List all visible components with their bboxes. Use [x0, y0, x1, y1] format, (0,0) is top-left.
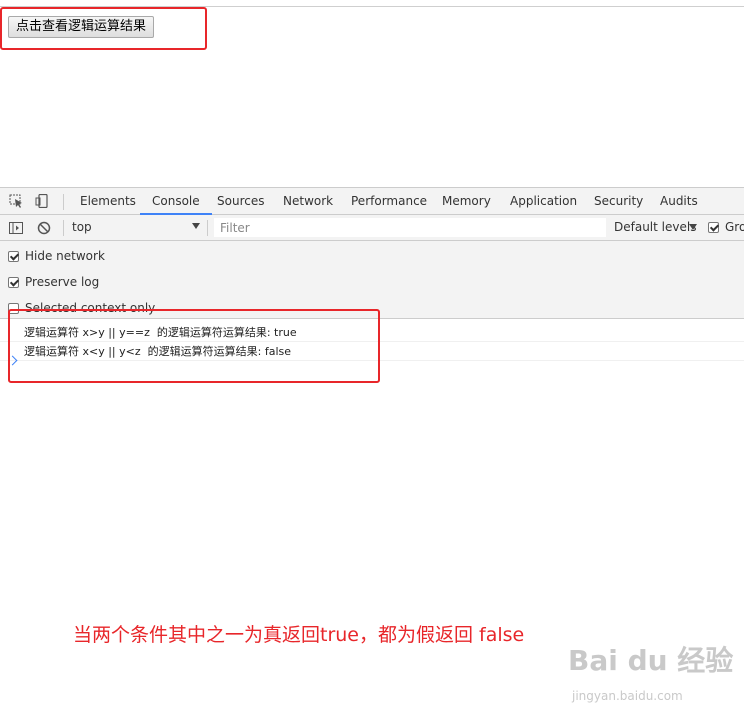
tab-performance[interactable]: Performance: [351, 188, 427, 215]
console-sidebar-icon[interactable]: [9, 221, 23, 235]
preserve-log-option[interactable]: Preserve log: [8, 275, 99, 291]
devtools-panel: Elements Console Sources Network Perform…: [0, 187, 744, 366]
context-selector[interactable]: top: [72, 215, 92, 240]
group-similar-label: Gro: [725, 220, 744, 234]
device-toolbar-icon[interactable]: [35, 194, 49, 208]
tab-console[interactable]: Console: [140, 188, 212, 215]
chevron-down-icon[interactable]: [192, 223, 200, 229]
tab-elements[interactable]: Elements: [80, 188, 136, 215]
selected-context-label: Selected context only: [25, 301, 156, 315]
hide-network-label: Hide network: [25, 249, 105, 263]
console-filter-input[interactable]: [214, 218, 606, 237]
toolbar-separator: [207, 220, 208, 236]
baidu-jingyan-watermark: Bai du 经验 jingyan.baidu.com: [566, 628, 736, 710]
preserve-log-label: Preserve log: [25, 275, 100, 289]
watermark-url: jingyan.baidu.com: [571, 689, 683, 703]
top-divider: [0, 6, 744, 7]
tab-sources[interactable]: Sources: [217, 188, 264, 215]
tab-audits[interactable]: Audits: [660, 188, 698, 215]
devtools-tabbar: Elements Console Sources Network Perform…: [0, 187, 744, 215]
tabbar-separator: [63, 194, 64, 210]
watermark-brand: Bai du 经验: [568, 644, 733, 677]
console-output: 逻辑运算符 x>y || y==z 的逻辑运算符运算结果: true 逻辑运算符…: [0, 319, 744, 366]
baidu-paw-logo-icon: Bai du 经验 jingyan.baidu.com: [568, 644, 733, 703]
console-settings: Hide network Preserve log Selected conte…: [0, 241, 744, 319]
selected-context-option[interactable]: Selected context only: [8, 301, 155, 317]
tab-security[interactable]: Security: [594, 188, 643, 215]
console-message: 逻辑运算符 x<y || y<z 的逻辑运算符运算结果: false: [0, 342, 744, 361]
console-message-text: 逻辑运算符 x>y || y==z 的逻辑运算符运算结果: true: [24, 326, 297, 339]
inspect-element-icon[interactable]: [9, 194, 23, 208]
selected-context-checkbox[interactable]: [8, 303, 19, 314]
annotation-caption: 当两个条件其中之一为真返回true，都为假返回 false: [73, 624, 525, 646]
tab-memory[interactable]: Memory: [442, 188, 491, 215]
hide-network-option[interactable]: Hide network: [8, 249, 105, 265]
toolbar-separator: [63, 220, 64, 236]
preserve-log-checkbox[interactable]: [8, 277, 19, 288]
console-message: 逻辑运算符 x>y || y==z 的逻辑运算符运算结果: true: [0, 323, 744, 342]
tab-application[interactable]: Application: [510, 188, 577, 215]
tab-network[interactable]: Network: [283, 188, 333, 215]
chevron-down-icon[interactable]: [689, 224, 697, 230]
log-levels-dropdown[interactable]: Default levels: [614, 215, 696, 240]
console-message-text: 逻辑运算符 x<y || y<z 的逻辑运算符运算结果: false: [24, 345, 292, 358]
group-similar-checkbox[interactable]: [708, 222, 719, 233]
clear-console-icon[interactable]: [37, 221, 51, 235]
hide-network-checkbox[interactable]: [8, 251, 19, 262]
view-logic-result-button[interactable]: 点击查看逻辑运算结果: [8, 16, 155, 38]
console-toolbar: top Default levels Gro: [0, 215, 744, 241]
group-similar-option[interactable]: Gro: [708, 220, 744, 236]
